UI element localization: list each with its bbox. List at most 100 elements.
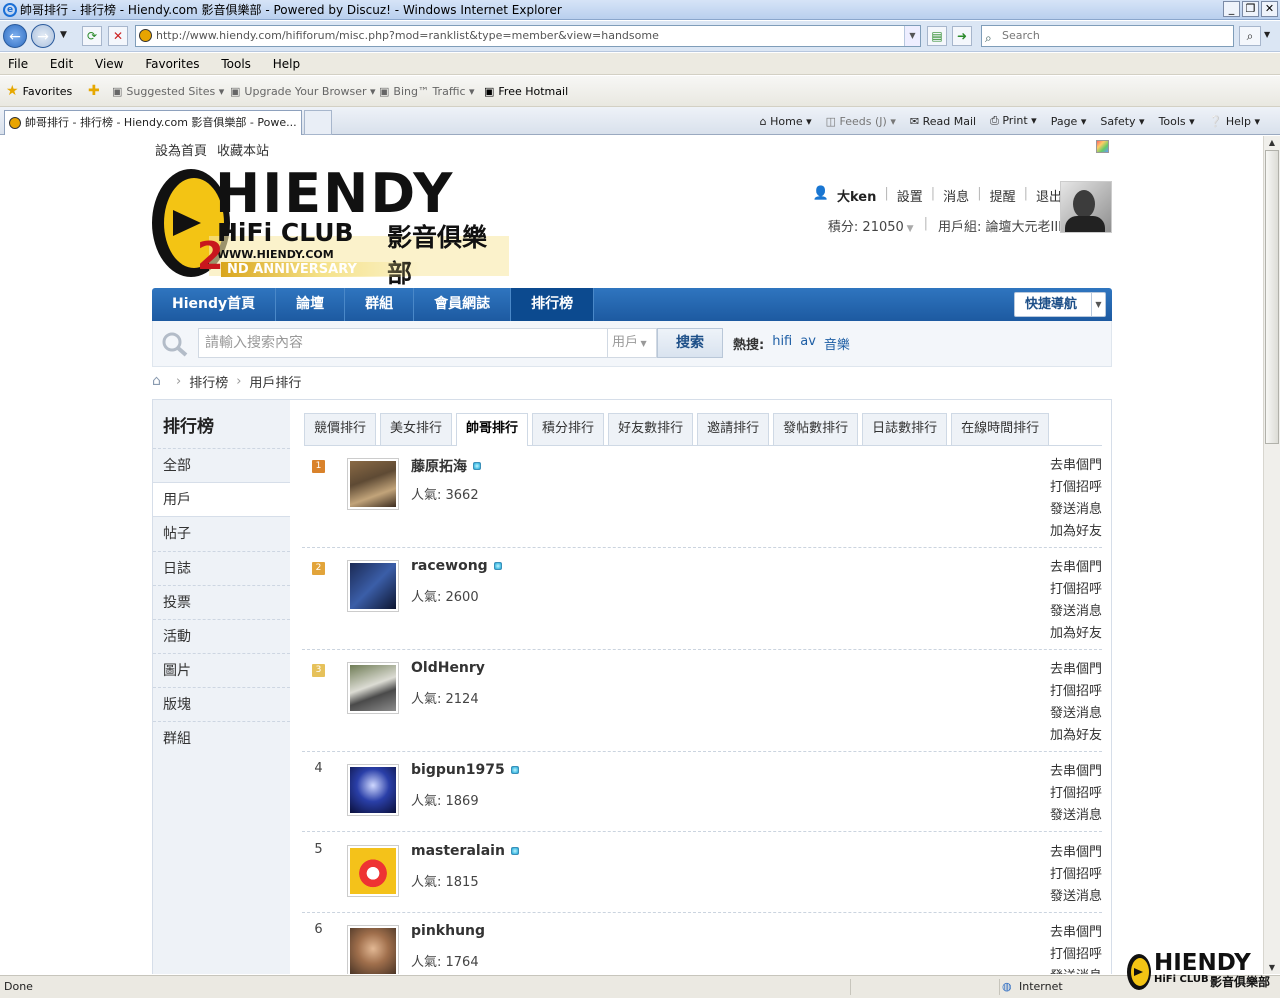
member-avatar[interactable] [347, 458, 399, 510]
search-go-button[interactable]: ⌕ [1239, 26, 1261, 46]
nav-groups[interactable]: 群組 [345, 288, 415, 321]
page-scrollbar[interactable]: ▲ ▼ [1263, 136, 1280, 974]
new-tab-button[interactable] [304, 110, 332, 135]
cmd-read-mail[interactable]: ✉ Read Mail [910, 115, 976, 128]
site-search-input[interactable]: 請輸入搜索內容 [198, 328, 608, 358]
send-message-link[interactable]: 發送消息 [1050, 499, 1102, 521]
tab-invite-rank[interactable]: 邀請排行 [697, 413, 770, 445]
menu-edit[interactable]: Edit [50, 57, 73, 71]
go-button[interactable]: ➜ [952, 26, 972, 46]
points-link[interactable]: 積分: 21050 ▼ [828, 216, 914, 235]
sidebar-item-threads[interactable]: 帖子 [153, 517, 290, 551]
tab-bid-rank[interactable]: 競價排行 [304, 413, 377, 445]
tab-beauty-rank[interactable]: 美女排行 [380, 413, 453, 445]
add-friend-link[interactable]: 加為好友 [1050, 725, 1102, 747]
nav-blogs[interactable]: 會員網誌 [414, 288, 512, 321]
logout-link[interactable]: 退出 [1036, 186, 1062, 205]
scroll-up-icon[interactable]: ▲ [1265, 136, 1279, 149]
url-input[interactable]: http://www.hiendy.com/hififorum/misc.php… [135, 25, 921, 47]
poke-link[interactable]: 打個招呼 [1050, 944, 1102, 966]
cmd-print[interactable]: ⎙ Print ▾ [990, 114, 1037, 128]
poke-link[interactable]: 打個招呼 [1050, 681, 1102, 703]
minimize-button[interactable]: _ [1223, 1, 1240, 17]
cmd-tools[interactable]: Tools ▾ [1159, 115, 1195, 128]
usergroup-link[interactable]: 用戶組: 論壇大元老III [938, 216, 1062, 235]
hot-search-link[interactable]: av [800, 334, 816, 353]
sidebar-item-activities[interactable]: 活動 [153, 619, 290, 653]
quick-nav-button[interactable]: 快捷導航 ▼ [1014, 292, 1106, 317]
user-avatar[interactable] [1060, 181, 1112, 233]
breadcrumb-ranklist[interactable]: 排行榜 [189, 372, 228, 391]
back-button[interactable]: ← [3, 24, 27, 48]
member-avatar[interactable] [347, 925, 399, 974]
poke-link[interactable]: 打個招呼 [1050, 477, 1102, 499]
add-friend-link[interactable]: 加為好友 [1050, 623, 1102, 645]
visit-link[interactable]: 去串個門 [1050, 761, 1102, 783]
member-name[interactable]: 藤原拓海 [411, 456, 481, 476]
browser-tab-active[interactable]: 帥哥排行 - 排行榜 - Hiendy.com 影音俱樂部 - Powe... [4, 110, 302, 135]
tab-friends-rank[interactable]: 好友數排行 [608, 413, 694, 445]
menu-view[interactable]: View [95, 57, 123, 71]
favorites-button[interactable]: ★ Favorites [6, 76, 72, 107]
fav-upgrade-browser[interactable]: ▣ Upgrade Your Browser ▾ [230, 76, 376, 107]
url-dropdown-icon[interactable]: ▼ [904, 26, 920, 46]
sidebar-item-all[interactable]: 全部 [153, 448, 290, 482]
history-dropdown-icon[interactable]: ▼ [60, 30, 67, 40]
send-message-link[interactable]: 發送消息 [1050, 805, 1102, 827]
tab-blogs-rank[interactable]: 日誌數排行 [862, 413, 948, 445]
bookmark-link[interactable]: 收藏本站 [217, 140, 269, 159]
menu-file[interactable]: File [8, 57, 28, 71]
menu-favorites[interactable]: Favorites [145, 57, 199, 71]
cmd-help[interactable]: ❔ Help ▾ [1209, 115, 1260, 128]
send-message-link[interactable]: 發送消息 [1050, 886, 1102, 908]
browser-search-input[interactable]: ⌕ Search [981, 25, 1234, 47]
member-avatar[interactable] [347, 662, 399, 714]
member-avatar[interactable] [347, 764, 399, 816]
menu-tools[interactable]: Tools [221, 57, 251, 71]
member-avatar[interactable] [347, 845, 399, 897]
fav-suggested-sites[interactable]: ▣ Suggested Sites ▾ [112, 76, 224, 107]
tab-online-rank[interactable]: 在線時間排行 [951, 413, 1050, 445]
send-message-link[interactable]: 發送消息 [1050, 703, 1102, 725]
sidebar-item-users[interactable]: 用戶 [153, 482, 290, 517]
compat-view-button[interactable]: ▤ [927, 26, 947, 46]
nav-ranklist[interactable]: 排行榜 [511, 288, 595, 321]
visit-link[interactable]: 去串個門 [1050, 922, 1102, 944]
scrollbar-thumb[interactable] [1265, 150, 1279, 444]
poke-link[interactable]: 打個招呼 [1050, 783, 1102, 805]
sidebar-item-blogs[interactable]: 日誌 [153, 551, 290, 585]
style-switch-icon[interactable] [1096, 140, 1109, 153]
set-homepage-link[interactable]: 設為首頁 [155, 140, 207, 159]
poke-link[interactable]: 打個招呼 [1050, 579, 1102, 601]
member-name[interactable]: masteralain [411, 843, 519, 859]
tab-posts-rank[interactable]: 發帖數排行 [773, 413, 859, 445]
send-message-link[interactable]: 發送消息 [1050, 966, 1102, 974]
username-link[interactable]: 大ken [837, 186, 876, 205]
member-name[interactable]: OldHenry [411, 660, 485, 676]
send-message-link[interactable]: 發送消息 [1050, 601, 1102, 623]
search-button[interactable]: 搜索 [657, 328, 723, 358]
cmd-feeds[interactable]: ◫ Feeds (J) ▾ [826, 115, 896, 128]
forward-button[interactable]: → [31, 24, 55, 48]
sidebar-item-polls[interactable]: 投票 [153, 585, 290, 619]
sidebar-item-groups[interactable]: 群組 [153, 721, 290, 755]
tab-points-rank[interactable]: 積分排行 [532, 413, 605, 445]
maximize-button[interactable]: ❐ [1242, 1, 1259, 17]
visit-link[interactable]: 去串個門 [1050, 557, 1102, 579]
home-icon[interactable]: ⌂ [152, 374, 168, 388]
menu-help[interactable]: Help [273, 57, 300, 71]
visit-link[interactable]: 去串個門 [1050, 659, 1102, 681]
poke-link[interactable]: 打個招呼 [1050, 864, 1102, 886]
refresh-button[interactable]: ⟳ [82, 26, 102, 46]
add-friend-link[interactable]: 加為好友 [1050, 521, 1102, 543]
close-window-button[interactable]: ✕ [1261, 1, 1278, 17]
member-name[interactable]: bigpun1975 [411, 762, 519, 778]
search-type-select[interactable]: 用戶 ▼ [608, 328, 657, 358]
sidebar-item-pictures[interactable]: 圖片 [153, 653, 290, 687]
cmd-home[interactable]: ⌂ Home ▾ [760, 115, 812, 128]
member-avatar[interactable] [347, 560, 399, 612]
member-name[interactable]: racewong [411, 558, 502, 574]
tab-handsome-rank[interactable]: 帥哥排行 [456, 413, 529, 446]
nav-home[interactable]: Hiendy首頁 [152, 288, 277, 321]
search-options-icon[interactable]: ▼ [1264, 30, 1270, 39]
